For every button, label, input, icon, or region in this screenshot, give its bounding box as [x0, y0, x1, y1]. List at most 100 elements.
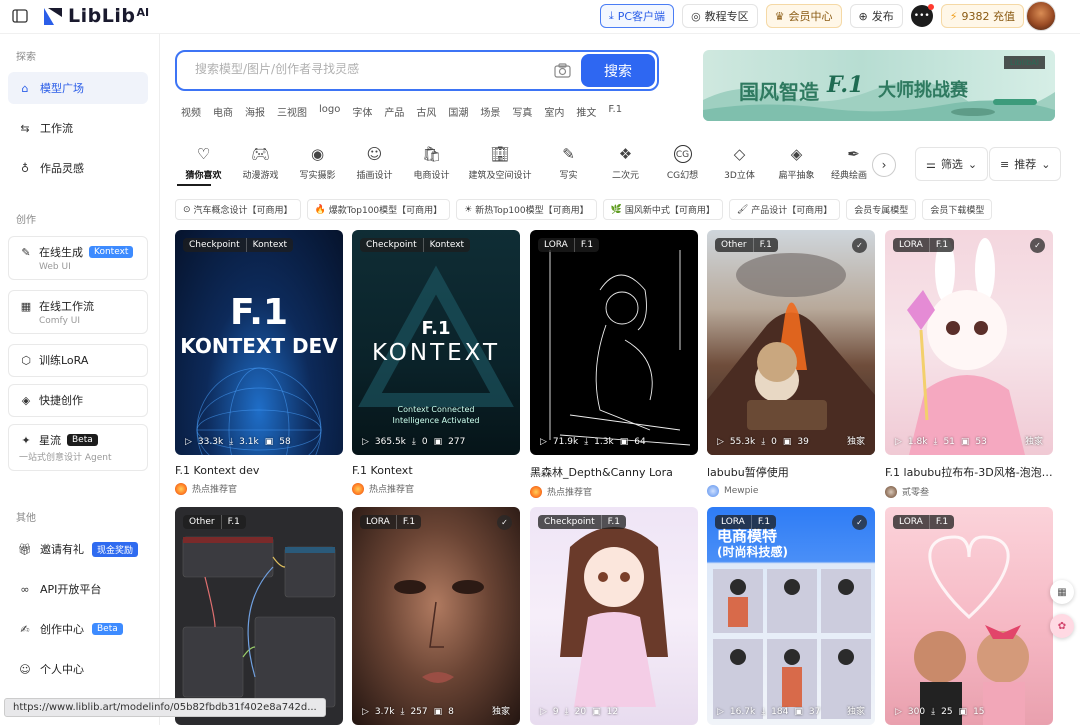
topic-chip[interactable]: ☀ 新热Top100模型【可商用】	[456, 199, 597, 220]
model-thumbnail[interactable]: Checkpoint F.1 ▷ 9 ⤓ 20 ▣ 12	[530, 507, 698, 725]
hot-tag[interactable]: 海报	[245, 104, 265, 119]
hot-tag[interactable]: 国潮	[448, 104, 468, 119]
model-title[interactable]: F.1 Kontext dev	[175, 464, 343, 477]
sidebar-item-personal-center[interactable]: ☺ 个人中心	[8, 653, 148, 685]
sort-button[interactable]: ≡ 推荐 ⌄	[989, 147, 1062, 181]
model-author[interactable]: Mewpie	[707, 485, 875, 497]
grid-icon[interactable]: ▦	[1050, 580, 1074, 604]
pc-client-button[interactable]: ⤓ PC客户端	[599, 4, 675, 28]
model-card[interactable]: LORA F.1 ✓ ▷ 3.7k ⤓ 257 ▣ 8 独家	[352, 507, 520, 725]
model-card[interactable]: LORA F.1 ▷ 71.9k ⤓ 1.3k ▣ 64 黑森林_Depth&Canny Lor…	[530, 230, 698, 498]
model-title[interactable]: F.1 Kontext	[352, 464, 520, 477]
category-tab[interactable]: ❖ 二次元	[597, 145, 654, 187]
hot-tag[interactable]: 古风	[416, 104, 436, 119]
model-thumbnail[interactable]: LORA F.1 ▷ 71.9k ⤓ 1.3k ▣ 64	[530, 230, 698, 455]
shield-icon: ✓	[852, 238, 867, 253]
topic-chip[interactable]: 会员下载模型	[922, 199, 993, 220]
sidebar-item-creator-center[interactable]: ✍ 创作中心 Beta	[8, 613, 148, 645]
message-icon[interactable]: •••	[910, 4, 934, 27]
user-avatar[interactable]	[1026, 1, 1056, 31]
star-flow-card[interactable]: ✦ 星流 Beta 一站式创意设计 Agent	[8, 424, 148, 471]
topic-chip[interactable]: ⊙ 汽车概念设计【可商用】	[175, 199, 301, 220]
category-tab[interactable]: ◈ 扁平抽象	[768, 145, 825, 187]
model-card[interactable]: Other F.1 ✓ ▷ 55.3k ⤓ 0 ▣ 39 独家 labubu暂停使用 Mewpie	[707, 230, 875, 497]
model-card[interactable]: F.1 KONTEXT DEV Checkpoint Kontext ▷ 33.3k ⤓ 3.…	[175, 230, 343, 495]
topic-chip[interactable]: 🔥 爆款Top100模型【可商用】	[306, 199, 451, 220]
hot-tag[interactable]: 写真	[512, 104, 532, 119]
model-author[interactable]: 热点推荐官	[530, 485, 698, 498]
model-thumbnail[interactable]: 电商模特 (时尚科技感) LORA F.1 ✓ ▷ 16.7k ⤓ 184 ▣ 37 独家	[707, 507, 875, 725]
hot-tag[interactable]: logo	[319, 104, 340, 119]
model-thumbnail[interactable]: Other F.1 ✓ ▷ 55.3k ⤓ 0 ▣ 39 独家	[707, 230, 875, 455]
filter-button[interactable]: ⚌ 筛选 ⌄	[915, 147, 989, 181]
model-card[interactable]: LORA F.1 ✓ ▷ 1.8k ⤓ 51 ▣ 53 独家 F.1 labubu拉布布-3D风格-…	[885, 230, 1053, 498]
category-tab[interactable]: ✎ 写实	[540, 145, 597, 187]
search-input[interactable]	[195, 62, 535, 76]
category-tab[interactable]: ◇ 3D立体	[711, 145, 768, 187]
topic-chip[interactable]: 会员专属模型	[846, 199, 917, 220]
topic-chip[interactable]: 🌿 国风新中式【可商用】	[602, 199, 723, 220]
category-tab[interactable]: ♡ 猜你喜欢	[175, 145, 232, 187]
status-bar-url: https://www.liblib.art/modelinfo/05b82fb…	[4, 698, 326, 717]
model-thumbnail[interactable]: OtherF.1▷0⤓6.6k▣0	[175, 507, 343, 725]
hot-tag[interactable]: 视频	[181, 104, 201, 119]
vip-center-button[interactable]: ♛ 会员中心	[765, 4, 842, 28]
activity-icon[interactable]: ✿	[1050, 614, 1074, 638]
brush-icon: ✒	[847, 145, 860, 163]
category-tab[interactable]: 🛍︎ 电商设计	[403, 145, 460, 187]
model-type-tag: LORA	[893, 515, 929, 529]
publish-button[interactable]: ⊕ 发布	[849, 4, 903, 28]
logo[interactable]: LibLib AI	[42, 5, 149, 27]
menu-icon[interactable]	[12, 9, 28, 23]
pen-icon: ✎	[562, 145, 575, 163]
model-type-tag: F.1	[220, 515, 246, 529]
category-tab[interactable]: ☺ 插画设计	[346, 145, 403, 187]
model-author[interactable]: 热点推荐官	[352, 482, 520, 495]
model-author[interactable]: 贰零叁	[885, 485, 1053, 498]
sidebar-item-invite[interactable]: 🎁︎ 邀请有礼 现金奖励	[8, 533, 148, 565]
model-title[interactable]: labubu暂停使用	[707, 464, 875, 480]
hot-tag[interactable]: 字体	[352, 104, 372, 119]
topic-chip[interactable]: 🖌 产品设计【可商用】	[728, 199, 841, 220]
model-card[interactable]: F.1 KONTEXT Context Connected Intelligence …	[352, 230, 520, 495]
model-title[interactable]: 黑森林_Depth&Canny Lora	[530, 464, 698, 480]
category-tab[interactable]: 🏢︎ 建筑及空间设计	[460, 145, 540, 187]
hot-tag[interactable]: 推文	[576, 104, 596, 119]
search-button[interactable]: 搜索	[581, 54, 655, 87]
quick-create-card[interactable]: ◈ 快捷创作	[8, 384, 148, 417]
model-card[interactable]: LORA F.1 ▷ 300 ⤓ 25 ▣ 15	[885, 507, 1053, 725]
camera-icon[interactable]	[554, 63, 571, 78]
sidebar-item-inspiration[interactable]: ♁ 作品灵感	[8, 152, 148, 184]
hot-tag[interactable]: 室内	[544, 104, 564, 119]
model-thumbnail[interactable]: F.1 KONTEXT DEV Checkpoint Kontext ▷ 33.3k ⤓ 3.…	[175, 230, 343, 455]
sidebar-item-api[interactable]: ∞ API开放平台	[8, 573, 148, 605]
hot-tag[interactable]: F.1	[608, 104, 622, 119]
model-card[interactable]: 电商模特 (时尚科技感) LORA F.1 ✓ ▷ 16.7k ⤓ 184 ▣ 37 独家	[707, 507, 875, 725]
model-thumbnail[interactable]: LORA F.1 ✓ ▷ 1.8k ⤓ 51 ▣ 53 独家	[885, 230, 1053, 455]
chevron-down-icon: ⌄	[967, 157, 978, 171]
hot-tag[interactable]: 产品	[384, 104, 404, 119]
hot-tag[interactable]: 场景	[480, 104, 500, 119]
promo-banner[interactable]: 国风智造 F.1 大师挑战赛 LiblibAI	[703, 50, 1055, 121]
hot-tag[interactable]: 电商	[213, 104, 233, 119]
model-thumbnail[interactable]: LORA F.1 ▷ 300 ⤓ 25 ▣ 15	[885, 507, 1053, 725]
credits-button[interactable]: ⚡ 9382 充值	[940, 4, 1024, 28]
sidebar-item-workflow[interactable]: ⇆ 工作流	[8, 112, 148, 144]
sidebar-item-model-square[interactable]: ⌂ 模型广场	[8, 72, 148, 104]
model-thumbnail[interactable]: F.1 KONTEXT Context Connected Intelligence …	[352, 230, 520, 455]
model-card[interactable]: Checkpoint F.1 ▷ 9 ⤓ 20 ▣ 12	[530, 507, 698, 725]
online-generate-card[interactable]: ✎ 在线生成 Kontext Web UI	[8, 236, 148, 280]
hot-tag[interactable]: 三视图	[277, 104, 307, 119]
model-thumbnail[interactable]: LORA F.1 ✓ ▷ 3.7k ⤓ 257 ▣ 8 独家	[352, 507, 520, 725]
category-tab[interactable]: 🎮︎ 动漫游戏	[232, 145, 289, 187]
model-title[interactable]: F.1 labubu拉布布-3D风格-泡泡玛...	[885, 464, 1053, 480]
tutorial-button[interactable]: ◎ 教程专区	[682, 4, 758, 28]
model-author[interactable]: 热点推荐官	[175, 482, 343, 495]
train-lora-card[interactable]: ⬡ 训练LoRA	[8, 344, 148, 377]
online-workflow-card[interactable]: ▦ 在线工作流 Comfy UI	[8, 290, 148, 334]
category-tab[interactable]: CG CG幻想	[654, 145, 711, 187]
model-card[interactable]: OtherF.1▷0⤓6.6k▣0	[175, 507, 343, 725]
category-tab[interactable]: ✒经典绘画风	[825, 145, 867, 187]
chevron-right-icon[interactable]: ›	[872, 153, 896, 177]
category-tab[interactable]: ◉ 写实摄影	[289, 145, 346, 187]
